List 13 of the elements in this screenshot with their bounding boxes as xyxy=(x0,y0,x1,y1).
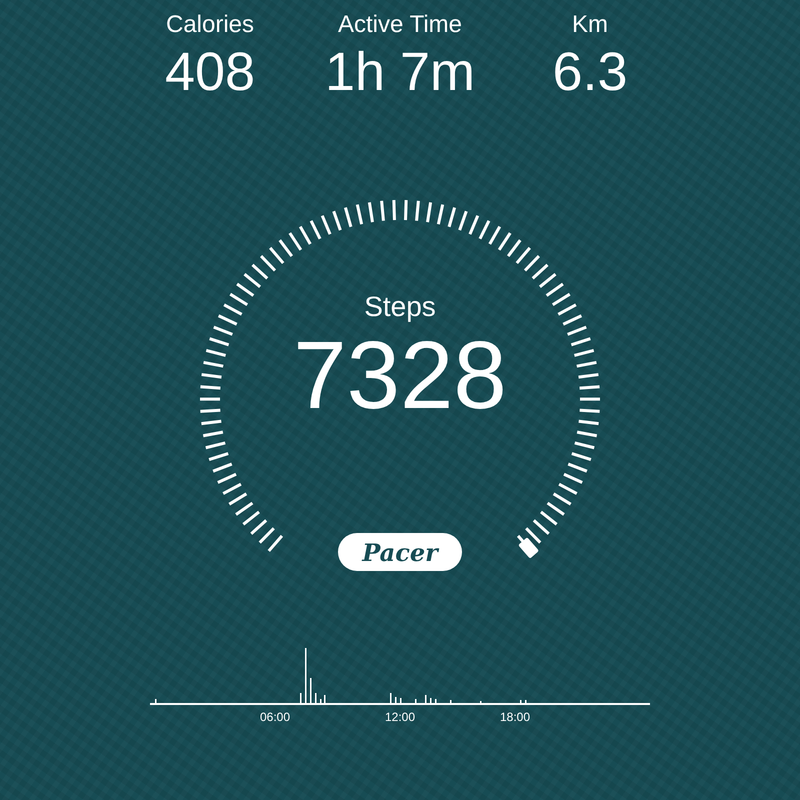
logo-badge: Pacer xyxy=(338,533,462,571)
time-label: 12:00 xyxy=(384,710,416,724)
steps-label: Steps xyxy=(364,290,436,324)
stat-label: Km xyxy=(572,10,608,40)
stat-value: 6.3 xyxy=(552,41,628,104)
time-label: 06:00 xyxy=(260,710,290,724)
steps-count: 7328 xyxy=(293,324,507,428)
gauge-marker xyxy=(518,537,540,559)
stat-label: Active Time xyxy=(338,10,462,40)
stat-value: 1h 7m xyxy=(324,41,476,104)
stat-value: 408 xyxy=(164,41,256,104)
time-label: 18:00 xyxy=(500,710,530,724)
stat-label: Calories xyxy=(166,10,254,40)
